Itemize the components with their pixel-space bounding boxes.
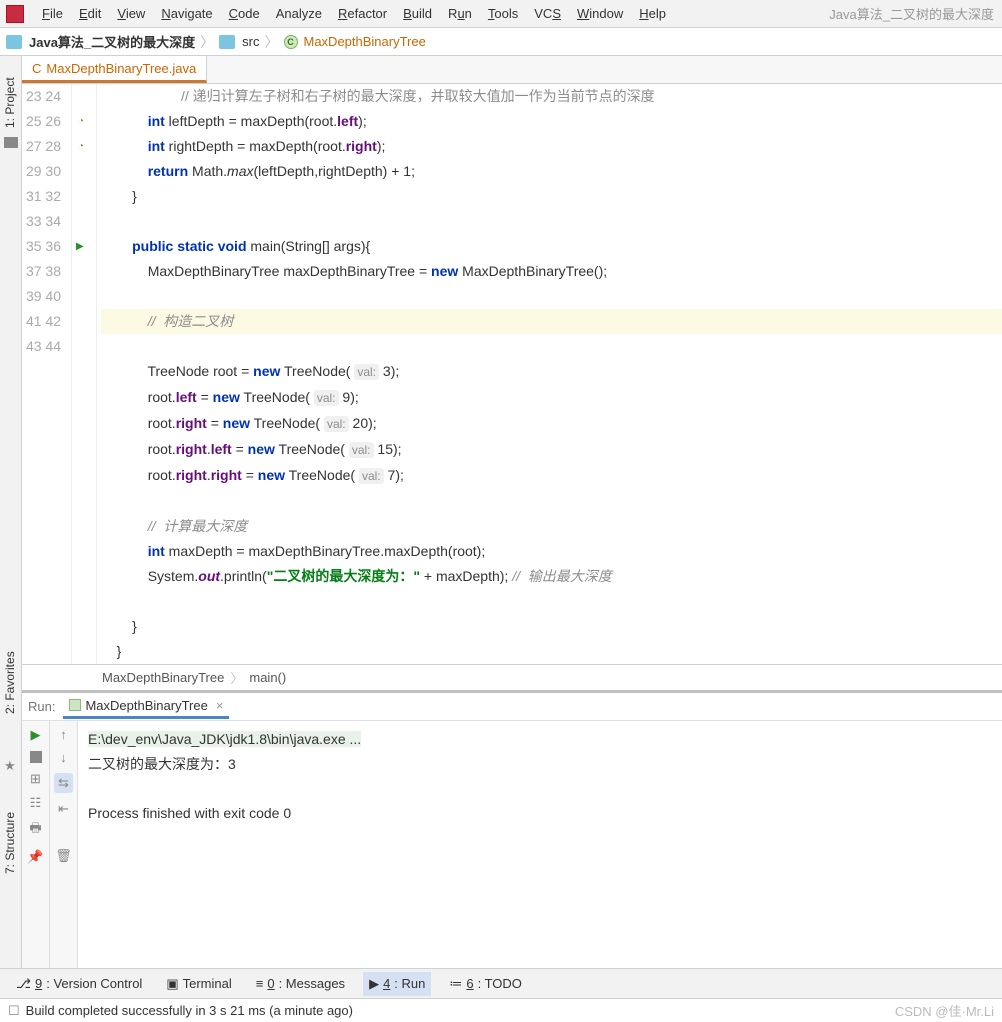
chevron-right-icon: 〉 (230, 668, 243, 687)
class-icon: C (284, 35, 298, 49)
menu-build[interactable]: Build (395, 2, 440, 25)
menu-code[interactable]: Code (221, 2, 268, 25)
run-toolbar-inner: ↑ ↓ ⇆ ⇤ 🗑 (50, 721, 78, 968)
breadcrumb-method[interactable]: main() (249, 670, 286, 685)
run-label: Run: (28, 699, 55, 714)
version-control-button[interactable]: ⎇ 9: Version Control (10, 972, 148, 996)
project-tool-button[interactable]: 1: Project (3, 77, 17, 128)
run-marker-icon[interactable]: ◔ (78, 109, 84, 134)
layout-icon[interactable]: ⊞ (30, 771, 41, 787)
run-config-tab[interactable]: MaxDepthBinaryTree × (63, 695, 229, 719)
status-icon[interactable]: ☐ (8, 1003, 20, 1019)
menu-refactor[interactable]: Refactor (330, 2, 395, 25)
folder-icon (4, 137, 18, 148)
down-icon[interactable]: ↓ (60, 750, 67, 765)
favorites-tool-button[interactable]: 2: Favorites (3, 651, 17, 714)
tab-filename: MaxDepthBinaryTree.java (46, 61, 196, 76)
file-tab[interactable]: C MaxDepthBinaryTree.java (22, 56, 207, 83)
chevron-right-icon: 〉 (198, 32, 216, 52)
class-icon: C (32, 61, 41, 76)
breadcrumb-src[interactable]: src (242, 34, 259, 49)
chevron-right-icon: 〉 (263, 32, 281, 52)
menu-help[interactable]: Help (631, 2, 674, 25)
code-content[interactable]: // 递归计算左子树和右子树的最大深度，并取较大值加一作为当前节点的深度 int… (97, 84, 1002, 664)
menu-tools[interactable]: Tools (480, 2, 526, 25)
run-gutter[interactable]: ◔ ◔ ▶ (72, 84, 97, 664)
menu-edit[interactable]: Edit (71, 2, 109, 25)
run-marker-icon[interactable]: ◔ (78, 134, 84, 159)
menu-view[interactable]: View (109, 2, 153, 25)
close-icon[interactable]: × (216, 698, 224, 713)
gutter-run-icon[interactable]: ▶ (76, 234, 84, 259)
structure-tool-button[interactable]: 7: Structure (3, 812, 17, 874)
line-number-gutter: 23 24 25 26 27 28 29 30 31 32 33 34 35 3… (22, 84, 72, 664)
ide-logo-icon (6, 5, 24, 23)
print-icon[interactable]: 🖶 (29, 819, 41, 841)
terminal-button[interactable]: ▣ Terminal (160, 972, 237, 996)
watermark: CSDN @佳·Mr.Li (895, 1001, 994, 1020)
stop-icon[interactable] (30, 751, 42, 763)
trash-icon[interactable]: 🗑 (55, 848, 72, 864)
run-tool-window: Run: MaxDepthBinaryTree × ▶ ⊞ ☷ 🖶 📌 ↑ (22, 690, 1002, 968)
run-config-icon (69, 699, 81, 711)
menu-navigate[interactable]: Navigate (153, 2, 220, 25)
breadcrumb-class[interactable]: MaxDepthBinaryTree (304, 34, 426, 49)
run-header: Run: MaxDepthBinaryTree × (22, 693, 1002, 721)
soft-wrap-icon[interactable]: ⇆ (54, 773, 73, 793)
run-toolbar-left: ▶ ⊞ ☷ 🖶 📌 (22, 721, 50, 968)
editor-tabs: C MaxDepthBinaryTree.java (22, 56, 1002, 84)
menu-file[interactable]: File (34, 2, 71, 25)
bottom-tool-bar: ⎇ 9: Version Control ▣ Terminal ≡ 0: Mes… (0, 968, 1002, 998)
menu-window[interactable]: Window (569, 2, 631, 25)
breadcrumb-class[interactable]: MaxDepthBinaryTree (102, 670, 224, 685)
todo-button[interactable]: ≔ 6: TODO (443, 972, 528, 996)
folder-icon (219, 35, 235, 49)
run-button[interactable]: ▶ 4: Run (363, 972, 431, 996)
pin-icon[interactable]: 📌 (27, 849, 43, 865)
status-bar: ☐ Build completed successfully in 3 s 21… (0, 998, 1002, 1022)
exe-line: E:\dev_env\Java_JDK\jdk1.8\bin\java.exe … (88, 731, 361, 747)
layout2-icon[interactable]: ☷ (30, 795, 42, 811)
menu-bar: File Edit View Navigate Code Analyze Ref… (0, 0, 1002, 28)
status-message: Build completed successfully in 3 s 21 m… (26, 1003, 353, 1018)
breadcrumb-project[interactable]: Java算法_二叉树的最大深度 (29, 32, 195, 51)
menu-vcs[interactable]: VCS (526, 2, 569, 25)
navigation-bar: Java算法_二叉树的最大深度 〉 src 〉 C MaxDepthBinary… (0, 28, 1002, 56)
star-icon: ★ (4, 758, 16, 774)
project-title: Java算法_二叉树的最大深度 (829, 4, 1002, 23)
left-toolwindow-bar: 1: Project ★ 2: Favorites 7: Structure (0, 56, 22, 968)
output-line: 二叉树的最大深度为：3 (88, 756, 236, 772)
run-output[interactable]: E:\dev_env\Java_JDK\jdk1.8\bin\java.exe … (78, 721, 1002, 968)
menu-run[interactable]: Run (440, 2, 480, 25)
rerun-icon[interactable]: ▶ (31, 727, 41, 743)
up-icon[interactable]: ↑ (60, 727, 67, 742)
folder-icon (6, 35, 22, 49)
menu-analyze[interactable]: Analyze (268, 2, 330, 25)
messages-button[interactable]: ≡ 0: Messages (250, 972, 351, 995)
output-line: Process finished with exit code 0 (88, 805, 291, 821)
code-editor[interactable]: 23 24 25 26 27 28 29 30 31 32 33 34 35 3… (22, 84, 1002, 664)
editor-breadcrumb: MaxDepthBinaryTree 〉 main() (22, 664, 1002, 690)
scroll-end-icon[interactable]: ⇤ (58, 801, 69, 817)
